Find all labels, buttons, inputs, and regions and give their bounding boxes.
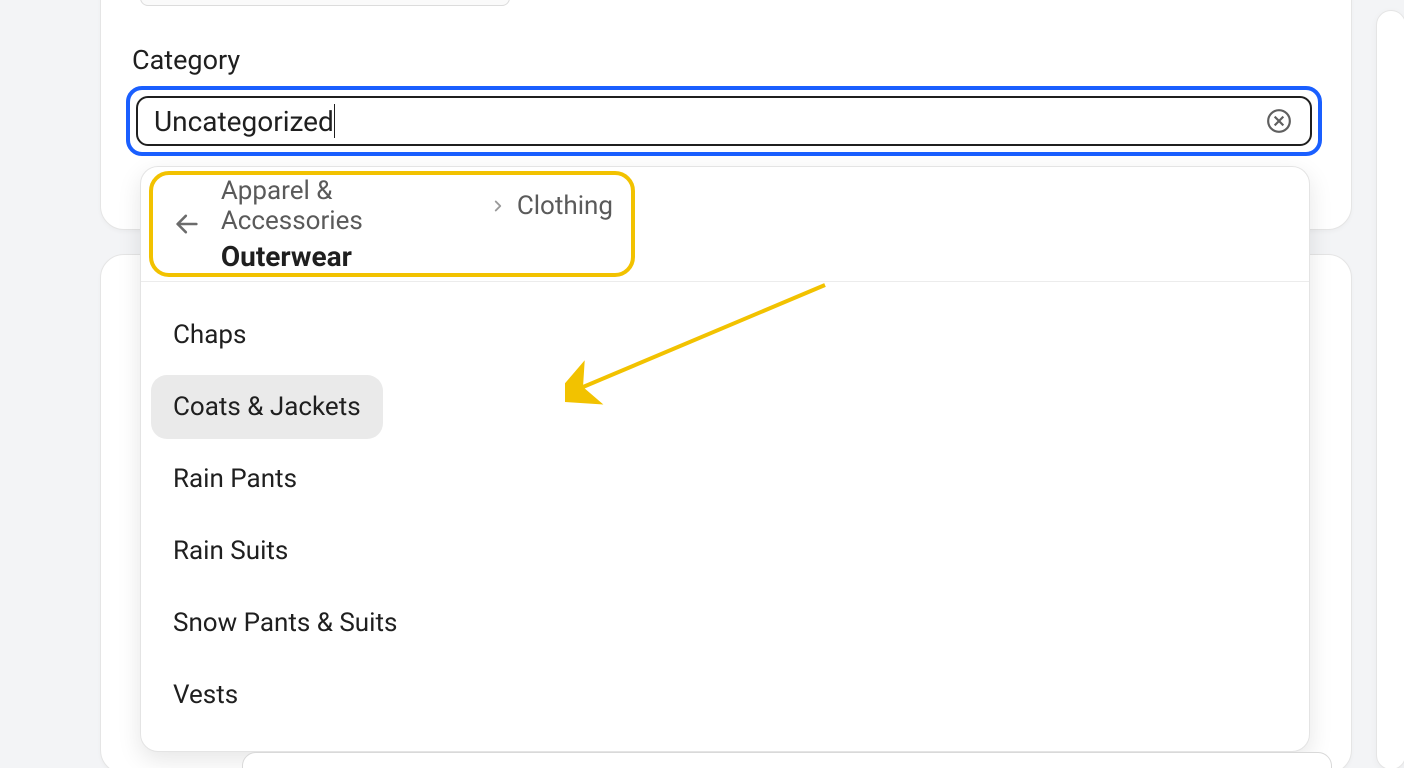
breadcrumb-level-2[interactable]: Clothing (517, 191, 613, 221)
category-field[interactable]: Uncategorized (126, 86, 1322, 156)
breadcrumb-current: Outerwear (221, 240, 613, 273)
chevron-right-icon (489, 197, 507, 215)
breadcrumb-path: Apparel & Accessories Clothing (221, 176, 613, 236)
category-input-text[interactable]: Uncategorized (154, 105, 334, 138)
breadcrumb-highlight: Apparel & Accessories Clothing Outerwear (149, 171, 635, 277)
back-icon[interactable] (171, 208, 203, 240)
option-rain-pants[interactable]: Rain Pants (151, 447, 319, 511)
page: Category Uncategorized (0, 0, 1404, 768)
option-chaps[interactable]: Chaps (151, 303, 268, 367)
option-coats-jackets[interactable]: Coats & Jackets (151, 375, 383, 439)
category-dropdown: Apparel & Accessories Clothing Outerwear… (140, 166, 1310, 752)
category-options: Chaps Coats & Jackets Rain Pants Rain Su… (151, 303, 1299, 735)
option-vests[interactable]: Vests (151, 663, 260, 727)
text-cursor (334, 104, 335, 138)
dropdown-divider (141, 281, 1309, 282)
clear-icon[interactable] (1264, 106, 1294, 136)
option-rain-suits[interactable]: Rain Suits (151, 519, 310, 583)
next-field-sliver (242, 752, 1332, 768)
product-thumbnail-sliver (140, 0, 510, 6)
breadcrumb-level-1[interactable]: Apparel & Accessories (221, 176, 479, 236)
breadcrumb-text: Apparel & Accessories Clothing Outerwear (221, 176, 613, 273)
card-right-edge (1376, 10, 1404, 768)
option-snow-pants-suits[interactable]: Snow Pants & Suits (151, 591, 419, 655)
category-field-inner: Uncategorized (136, 96, 1312, 146)
category-label: Category (132, 44, 240, 76)
